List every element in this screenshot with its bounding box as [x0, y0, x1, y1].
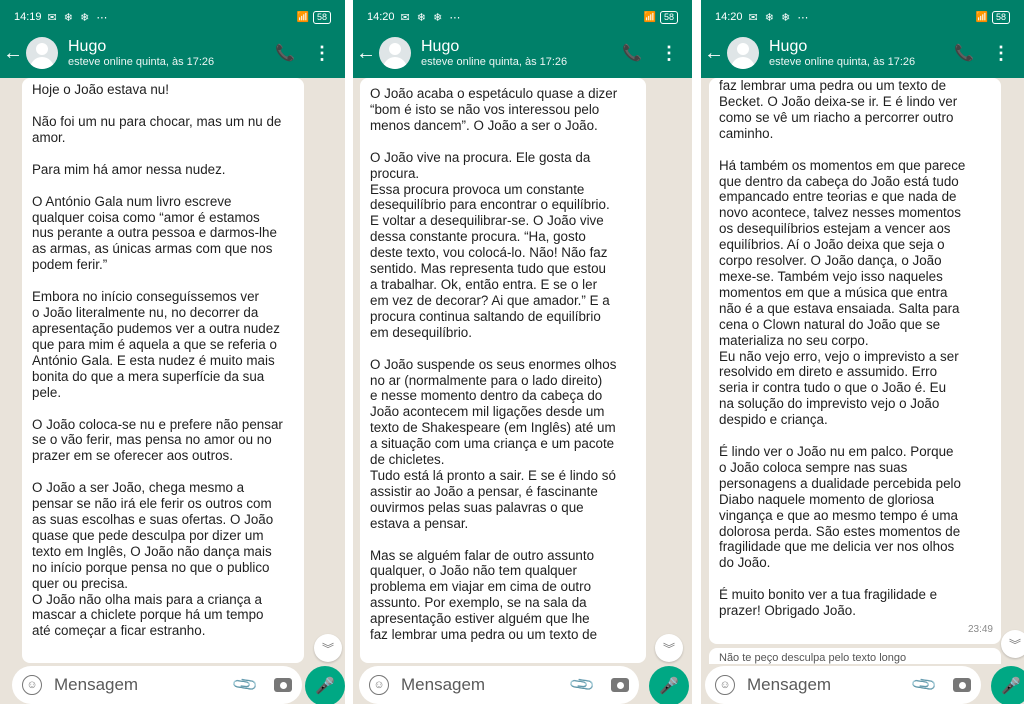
mic-button[interactable]: 🎤	[991, 666, 1024, 704]
mic-icon: 🎤	[315, 678, 335, 695]
mic-button[interactable]: 🎤	[649, 666, 689, 704]
contact-name: Hugo	[769, 37, 808, 55]
contact-info[interactable]: Hugo esteve online quinta, às 17:26	[68, 38, 275, 69]
emoji-icon[interactable]: ☺	[715, 675, 735, 695]
double-chevron-down-icon: ︾	[321, 641, 334, 656]
message-bubble[interactable]: O João acaba o espetáculo quase a dizer …	[360, 78, 646, 663]
status-time: 14:20	[367, 11, 395, 23]
message-paragraph: O João acaba o espetáculo quase a dizer …	[370, 86, 618, 133]
message-paragraph: É lindo ver o João nu em palco. Porque o…	[719, 444, 961, 571]
message-input[interactable]: Mensagem	[747, 675, 914, 695]
message-input-bar[interactable]: ☺ Mensagem 📎	[705, 666, 981, 704]
chat-panel-2: 14:20 ✉ ❄ ❄ ⋯ 📶 58 ← Hugo esteve online …	[353, 0, 692, 704]
attach-icon[interactable]: 📎	[231, 671, 260, 700]
double-chevron-down-icon: ︾	[662, 641, 675, 656]
message-paragraph: Há também os momentos em que parece que …	[719, 157, 966, 428]
menu-dots-icon[interactable]: ⋮	[992, 43, 1010, 64]
message-input-bar[interactable]: ☺ Mensagem 📎	[12, 666, 302, 704]
chat-header: 14:20 ✉ ❄ ❄ ⋯ 📶 58 ← Hugo esteve online …	[701, 0, 1024, 78]
contact-name: Hugo	[421, 37, 460, 55]
notification-icons: ✉ ❄ ❄ ⋯	[400, 11, 463, 24]
message-paragraph: Não foi um nu para chocar, mas um nu de …	[32, 113, 282, 145]
camera-icon[interactable]	[611, 678, 629, 692]
menu-dots-icon[interactable]: ⋮	[660, 43, 678, 64]
scroll-down-button[interactable]: ︾	[1001, 630, 1024, 658]
message-input[interactable]: Mensagem	[401, 675, 572, 695]
message-paragraph: O João a ser João, chega mesmo a pensar …	[32, 480, 274, 639]
back-arrow-icon[interactable]: ←	[2, 42, 24, 65]
notification-icons: ✉ ❄ ❄ ⋯	[748, 11, 811, 24]
signal-icon: 📶	[975, 11, 988, 23]
signal-icon: 📶	[296, 11, 309, 23]
status-bar: 14:19 ✉ ❄ ❄ ⋯ 📶 58	[0, 0, 345, 34]
message-input[interactable]: Mensagem	[54, 675, 235, 695]
mic-button[interactable]: 🎤	[305, 666, 345, 704]
back-arrow-icon[interactable]: ←	[355, 42, 377, 65]
last-seen-status: esteve online quinta, às 17:26	[421, 55, 568, 68]
message-timestamp: 23:49	[967, 624, 993, 636]
attach-icon[interactable]: 📎	[568, 671, 597, 700]
battery-icon: 58	[659, 10, 678, 24]
scroll-down-button[interactable]: ︾	[314, 634, 342, 662]
status-bar: 14:20 ✉ ❄ ❄ ⋯ 📶 58	[353, 0, 692, 34]
message-paragraph: O João suspende os seus enormes olhos no…	[370, 356, 617, 531]
contact-info[interactable]: Hugo esteve online quinta, às 17:26	[421, 38, 622, 69]
message-paragraph: O João coloca-se nu e prefere não pensar…	[32, 416, 283, 464]
avatar[interactable]	[727, 37, 759, 69]
last-seen-status: esteve online quinta, às 17:26	[769, 55, 916, 68]
signal-icon: 📶	[643, 11, 656, 23]
contact-name: Hugo	[68, 37, 107, 55]
status-time: 14:19	[14, 11, 42, 23]
message-paragraph: É muito bonito ver a tua fragilidade e p…	[719, 587, 938, 619]
camera-icon[interactable]	[274, 678, 292, 692]
camera-icon[interactable]	[953, 678, 971, 692]
message-paragraph: Embora no início conseguíssemos ver o Jo…	[32, 289, 280, 400]
chat-panel-1: 14:19 ✉ ❄ ❄ ⋯ 📶 58 ← Hugo esteve online …	[0, 0, 345, 704]
mic-icon: 🎤	[1001, 678, 1021, 695]
message-paragraph: O António Gala num livro escreve qualque…	[32, 193, 277, 273]
double-chevron-down-icon: ︾	[1008, 637, 1021, 652]
menu-dots-icon[interactable]: ⋮	[313, 43, 331, 64]
status-time: 14:20	[715, 11, 743, 23]
scroll-down-button[interactable]: ︾	[655, 634, 683, 662]
add-call-icon[interactable]: 📞	[954, 43, 974, 63]
emoji-icon[interactable]: ☺	[369, 675, 389, 695]
message-input-bar[interactable]: ☺ Mensagem 📎	[359, 666, 639, 704]
avatar[interactable]	[379, 37, 411, 69]
message-paragraph: Para mim há amor nessa nudez.	[32, 161, 226, 177]
add-call-icon[interactable]: 📞	[622, 43, 642, 63]
attach-icon[interactable]: 📎	[910, 671, 939, 700]
message-bubble[interactable]: Hoje o João estava nu! Não foi um nu par…	[22, 78, 304, 663]
message-paragraph: faz lembrar uma pedra ou um texto de Bec…	[719, 78, 958, 141]
message-paragraph: Mas se alguém falar de outro assunto qua…	[370, 547, 598, 643]
add-call-icon[interactable]: 📞	[275, 43, 295, 63]
chat-panel-3: 14:20 ✉ ❄ ❄ ⋯ 📶 58 ← Hugo esteve online …	[701, 0, 1024, 704]
message-paragraph: Hoje o João estava nu!	[32, 82, 169, 97]
back-arrow-icon[interactable]: ←	[703, 42, 725, 65]
battery-icon: 58	[991, 10, 1010, 24]
status-bar: 14:20 ✉ ❄ ❄ ⋯ 📶 58	[701, 0, 1024, 34]
emoji-icon[interactable]: ☺	[22, 675, 42, 695]
avatar[interactable]	[26, 37, 58, 69]
notification-icons: ✉ ❄ ❄ ⋯	[47, 11, 110, 24]
mic-icon: 🎤	[659, 678, 679, 695]
next-message-preview: Não te peço desculpa pelo texto longo	[709, 648, 1001, 664]
last-seen-status: esteve online quinta, às 17:26	[68, 55, 215, 68]
chat-header: 14:19 ✉ ❄ ❄ ⋯ 📶 58 ← Hugo esteve online …	[0, 0, 345, 78]
contact-info[interactable]: Hugo esteve online quinta, às 17:26	[769, 38, 954, 69]
chat-header: 14:20 ✉ ❄ ❄ ⋯ 📶 58 ← Hugo esteve online …	[353, 0, 692, 78]
battery-icon: 58	[312, 10, 331, 24]
message-bubble[interactable]: faz lembrar uma pedra ou um texto de Bec…	[709, 78, 1001, 644]
message-paragraph: O João vive na procura. Ele gosta da pro…	[370, 149, 610, 340]
